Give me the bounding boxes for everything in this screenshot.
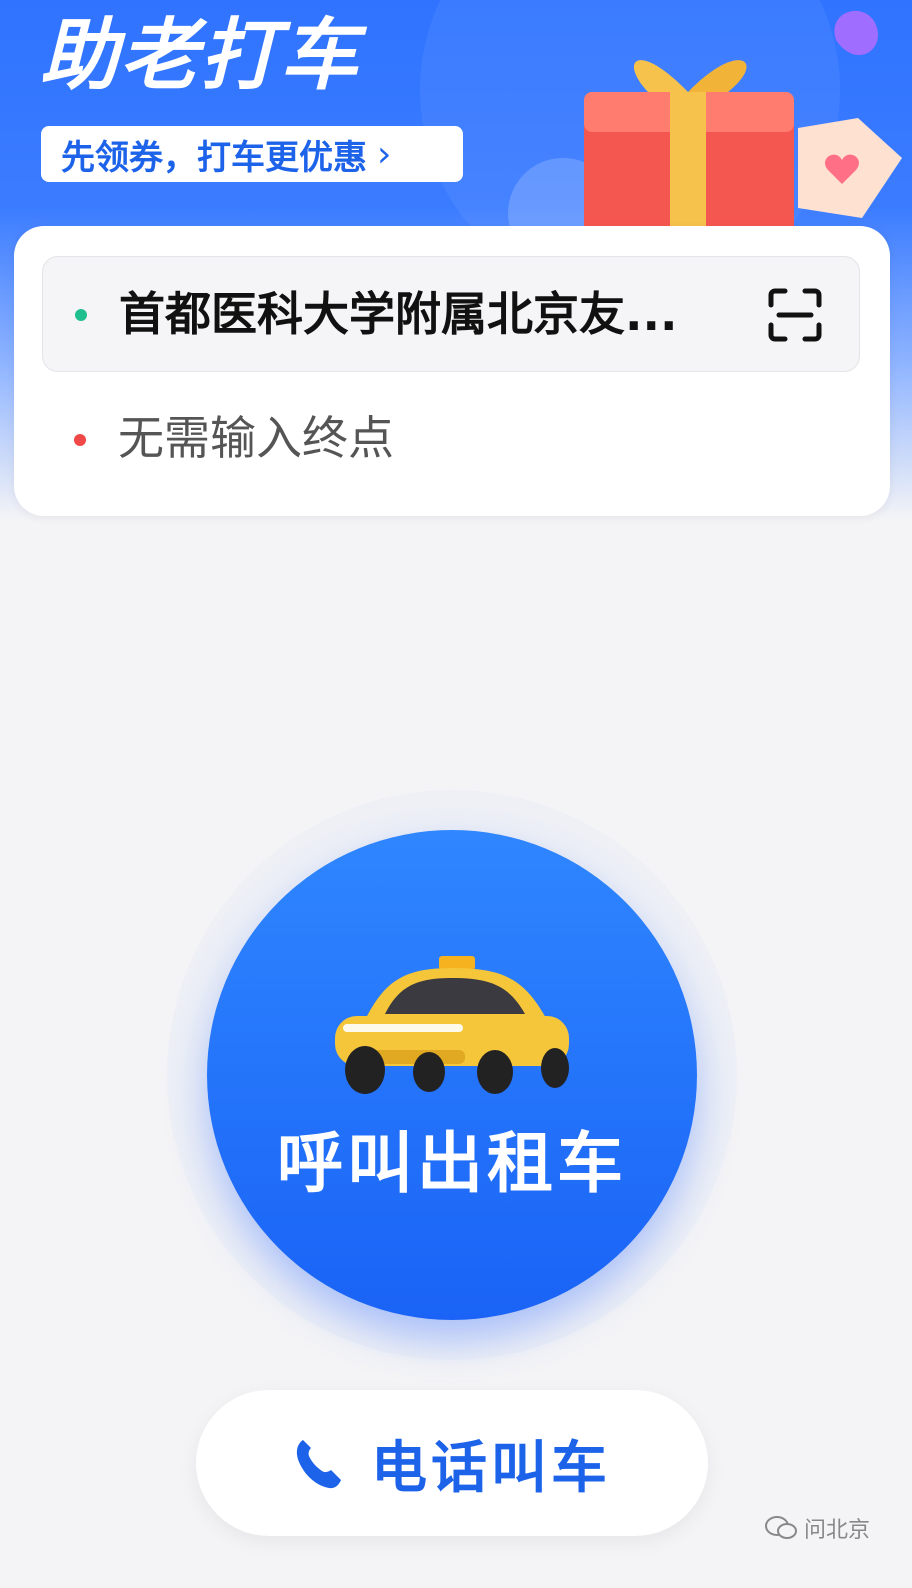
taxi-icon: [335, 956, 569, 1094]
origin-text: 首都医科大学附属北京友...: [119, 287, 678, 341]
chevron-right-icon: ›: [377, 133, 392, 175]
call-taxi-button[interactable]: 呼叫出租车: [207, 830, 697, 1320]
gift-icon: [584, 10, 902, 240]
wechat-icon: [765, 1516, 797, 1539]
route-card: 首都医科大学附属北京友... 无需输入终点: [14, 226, 890, 516]
origin-field[interactable]: 首都医科大学附属北京友...: [42, 256, 860, 372]
page-title: 助老打车: [40, 11, 361, 101]
scan-icon[interactable]: [765, 285, 825, 345]
phone-icon: [296, 1440, 341, 1489]
call-taxi-label: 呼叫出租车: [277, 1125, 627, 1202]
coupon-banner-button[interactable]: 先领券，打车更优惠 ›: [41, 126, 463, 182]
coupon-text: 先领券，打车更优惠: [61, 137, 367, 178]
phone-call-button[interactable]: 电话叫车: [196, 1390, 708, 1536]
phone-call-label: 电话叫车: [371, 1435, 611, 1501]
watermark-text: 问北京: [804, 1518, 871, 1543]
origin-dot: [75, 309, 87, 321]
destination-dot: [74, 434, 86, 446]
watermark: 问北京: [764, 1512, 870, 1544]
destination-placeholder: 无需输入终点: [118, 411, 394, 465]
